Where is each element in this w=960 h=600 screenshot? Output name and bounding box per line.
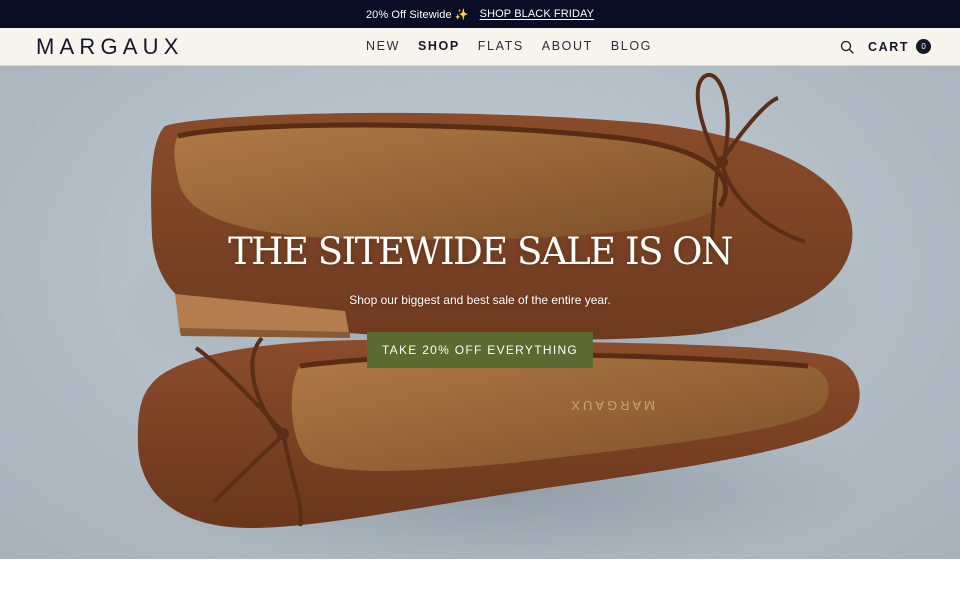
shop-black-friday-link[interactable]: SHOP BLACK FRIDAY <box>480 8 594 20</box>
hero-banner: MARGAUX THE SITEWIDE SALE IS ON Shop our… <box>0 66 960 559</box>
search-icon[interactable] <box>840 40 854 54</box>
hero-subtitle: Shop our biggest and best sale of the en… <box>349 293 611 307</box>
brand-logo[interactable]: MARGAUX <box>36 34 184 60</box>
nav-item-blog[interactable]: BLOG <box>611 39 652 53</box>
cart-label: CART <box>868 39 910 54</box>
nav-item-new[interactable]: NEW <box>366 39 400 53</box>
announcement-promo-text: 20% Off Sitewide ✨ <box>365 8 469 21</box>
nav-item-flats[interactable]: FLATS <box>478 39 524 53</box>
announcement-bar: 20% Off Sitewide ✨ SHOP BLACK FRIDAY <box>0 0 960 28</box>
nav-item-shop[interactable]: SHOP <box>418 39 460 53</box>
cart-count-badge: 0 <box>916 39 932 54</box>
below-hero-area <box>0 559 960 600</box>
nav-item-about[interactable]: ABOUT <box>542 39 593 53</box>
main-nav: NEW SHOP FLATS ABOUT BLOG <box>366 39 670 53</box>
hero-title: THE SITEWIDE SALE IS ON <box>228 230 733 273</box>
shoe-brand-stamp: MARGAUX <box>568 398 655 413</box>
cart-button[interactable]: CART 0 <box>868 39 932 54</box>
hero-shoes-image: MARGAUX <box>120 72 880 559</box>
site-header: MARGAUX NEW SHOP FLATS ABOUT BLOG CART 0 <box>0 28 960 66</box>
take-20-off-button[interactable]: TAKE 20% OFF EVERYTHING <box>367 332 593 368</box>
